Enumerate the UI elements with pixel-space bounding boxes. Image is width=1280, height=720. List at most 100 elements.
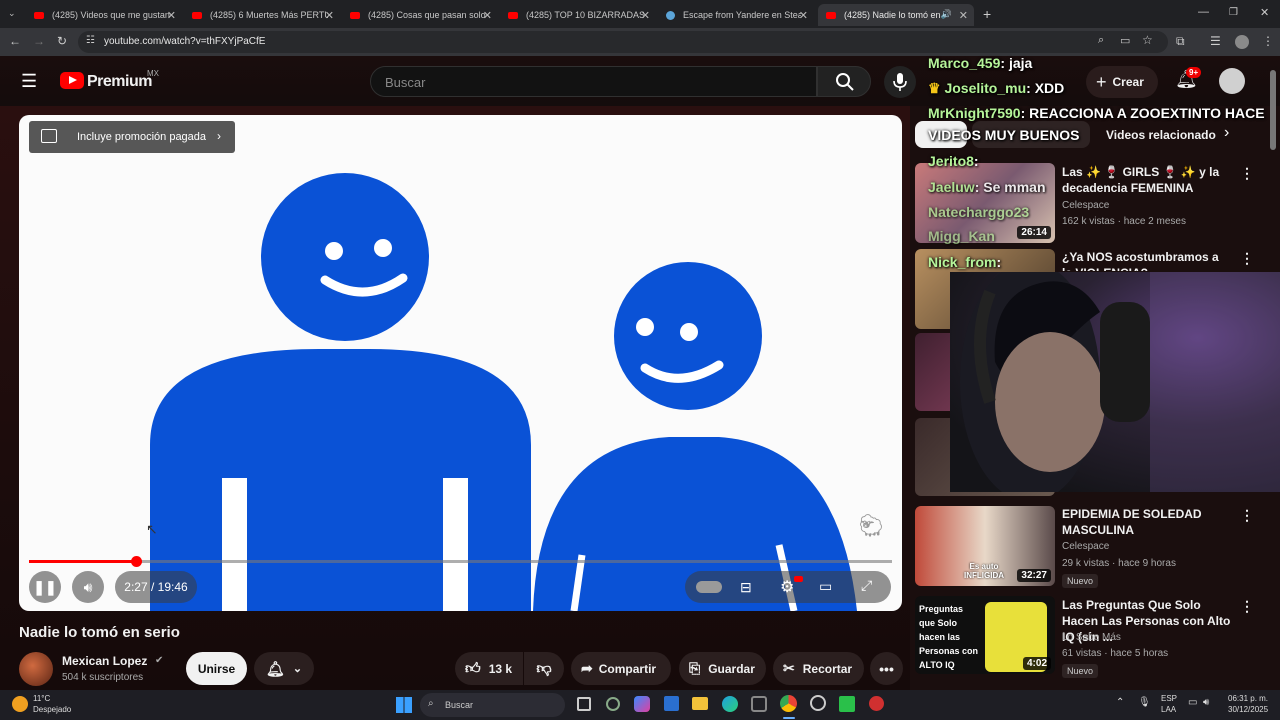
audio-icon[interactable]: 🔊 bbox=[941, 9, 952, 20]
minimize-icon[interactable]: — bbox=[1198, 6, 1209, 18]
close-tab-icon[interactable]: ✕ bbox=[483, 9, 492, 22]
weather-text[interactable]: Despejado bbox=[33, 705, 71, 714]
create-button[interactable]: + Crear bbox=[1086, 66, 1158, 98]
extensions-icon[interactable]: ⧉ bbox=[1176, 34, 1185, 49]
copilot-icon[interactable] bbox=[634, 696, 650, 712]
sidebar-thumbnail[interactable]: Preguntas que Solo hacen las Personas co… bbox=[915, 596, 1055, 674]
sidebar-thumbnail[interactable]: Es auto INFLIGIDA 32:27 bbox=[915, 506, 1055, 586]
browser-tab[interactable]: (4285) TOP 10 BIZARRADAS DE ✕ bbox=[500, 4, 656, 26]
save-button[interactable]: ⎘ Guardar bbox=[679, 652, 766, 685]
url-text[interactable]: youtube.com/watch?v=thFXYjPaCfE bbox=[104, 36, 265, 47]
sidebar-video-title[interactable]: Las ✨ 🍷 GIRLS 🍷 ✨ y la decadencia FEMENI… bbox=[1062, 164, 1232, 196]
new-tab-button[interactable]: + bbox=[983, 6, 991, 22]
share-button[interactable]: ➦ Compartir bbox=[571, 652, 671, 685]
channel-watermark-icon[interactable]: 🐑︎ bbox=[857, 513, 885, 539]
fullscreen-icon[interactable]: ⤢ bbox=[861, 577, 872, 594]
clip-button[interactable]: ✂ Recortar bbox=[773, 652, 864, 685]
profile-avatar[interactable] bbox=[1235, 35, 1249, 49]
weather-temp[interactable]: 11°C bbox=[33, 694, 50, 703]
search-input[interactable]: Buscar bbox=[370, 66, 817, 97]
browser-menu-icon[interactable]: ⋮ bbox=[1262, 34, 1274, 48]
language-code[interactable]: ESP bbox=[1161, 694, 1177, 703]
more-actions-button[interactable]: ••• bbox=[870, 652, 903, 685]
autoplay-toggle[interactable] bbox=[696, 581, 722, 593]
search-placeholder: Buscar bbox=[385, 75, 426, 90]
reading-list-icon[interactable]: ☰ bbox=[1210, 34, 1221, 48]
red-app-icon[interactable] bbox=[869, 696, 884, 711]
hamburger-menu-icon[interactable]: ☰ bbox=[21, 71, 37, 92]
bookmark-star-icon[interactable]: ☆ bbox=[1142, 33, 1153, 47]
sidebar-channel[interactable]: Lo Sabe Más bbox=[1062, 632, 1121, 643]
sidebar-channel[interactable]: Celespace bbox=[1062, 200, 1109, 211]
dislike-button[interactable]: 👎︎ bbox=[524, 652, 564, 685]
reload-icon[interactable]: ↻ bbox=[57, 34, 67, 48]
store-icon[interactable] bbox=[664, 696, 679, 711]
progress-bar[interactable] bbox=[29, 560, 892, 563]
task-view-icon[interactable] bbox=[577, 697, 591, 711]
taskbar-search-box[interactable]: ⌕ Buscar bbox=[420, 693, 565, 717]
account-avatar[interactable] bbox=[1219, 68, 1245, 94]
cast-icon[interactable]: ▭ bbox=[1120, 34, 1130, 47]
like-button[interactable]: 👍︎ 13 k bbox=[455, 652, 523, 685]
close-tab-icon[interactable]: ✕ bbox=[325, 9, 334, 22]
voice-search-button[interactable] bbox=[884, 66, 916, 98]
chip-related-label[interactable]: Videos relacionado bbox=[1106, 128, 1216, 142]
tray-chevron-icon[interactable]: ⌃ bbox=[1116, 697, 1124, 708]
tab-search-icon[interactable]: ⌄ bbox=[8, 8, 16, 19]
pause-button[interactable]: ❚❚ bbox=[29, 571, 61, 603]
forward-icon[interactable]: → bbox=[33, 34, 45, 48]
clock-time[interactable]: 06:31 p. m. bbox=[1228, 694, 1268, 703]
network-icon[interactable]: ▭ bbox=[1188, 697, 1197, 708]
more-vertical-icon[interactable]: ⋮ bbox=[1240, 598, 1254, 615]
file-explorer-icon[interactable] bbox=[692, 697, 708, 710]
chevron-right-icon[interactable]: › bbox=[1224, 124, 1229, 142]
sidebar-video-title[interactable]: ¿Ya NOS acostumbramos a la VIOLENCIA? bbox=[1062, 249, 1232, 271]
channel-name[interactable]: Mexican Lopez bbox=[62, 654, 147, 668]
browser-tab[interactable]: (4285) Videos que me gustan - ✕ bbox=[26, 4, 182, 26]
browser-tab[interactable]: (4285) Cosas que pasan solo e ✕ bbox=[342, 4, 498, 26]
back-icon[interactable]: ← bbox=[9, 34, 21, 48]
sidebar-channel[interactable]: Celespace bbox=[1062, 541, 1109, 552]
browser-tab-active[interactable]: (4285) Nadie lo tomó en se 🔊 ✕ bbox=[818, 4, 974, 26]
language-layout[interactable]: LAA bbox=[1161, 705, 1176, 714]
youtube-logo[interactable] bbox=[60, 72, 84, 89]
chrome-icon[interactable] bbox=[780, 695, 797, 712]
close-tab-icon[interactable]: ✕ bbox=[641, 9, 650, 22]
speaker-icon[interactable]: 🔊︎ bbox=[1203, 697, 1209, 708]
restore-icon[interactable]: ❐ bbox=[1229, 7, 1238, 18]
site-info-icon[interactable]: ☷ bbox=[86, 35, 95, 46]
channel-avatar[interactable] bbox=[19, 652, 53, 686]
theater-mode-icon[interactable]: ▭ bbox=[819, 578, 832, 595]
clock-date[interactable]: 30/12/2025 bbox=[1228, 705, 1268, 714]
address-bar[interactable]: ☷ youtube.com/watch?v=thFXYjPaCfE ⌕ ▭ ☆ bbox=[78, 31, 1168, 53]
windows-start-icon[interactable] bbox=[396, 697, 412, 713]
join-label: Unirse bbox=[197, 661, 236, 676]
more-vertical-icon[interactable]: ⋮ bbox=[1240, 250, 1254, 267]
edge-icon[interactable] bbox=[722, 696, 738, 712]
close-tab-icon[interactable]: ✕ bbox=[167, 9, 176, 22]
tray-mic-icon[interactable]: 🎙︎ bbox=[1138, 697, 1151, 708]
close-tab-icon[interactable]: ✕ bbox=[799, 9, 808, 22]
settings-gear-icon[interactable]: ⚙︎ bbox=[780, 577, 794, 597]
volume-button[interactable]: 🔊︎ bbox=[72, 571, 104, 603]
zoom-icon[interactable]: ⌕ bbox=[1098, 34, 1104, 47]
sidebar-video-title[interactable]: EPIDEMIA DE SOLEDAD MASCULINA bbox=[1062, 506, 1232, 538]
close-window-icon[interactable]: ✕ bbox=[1260, 6, 1269, 19]
subtitles-icon[interactable]: ⊟ bbox=[740, 579, 752, 596]
browser-tab[interactable]: (4285) 6 Muertes Más PERTURB ✕ bbox=[184, 4, 340, 26]
video-player[interactable]: Incluye promoción pagada › 🐑︎ ❚❚ 🔊︎ 2:27… bbox=[19, 115, 902, 611]
close-tab-icon[interactable]: ✕ bbox=[959, 9, 968, 22]
subscribe-bell-button[interactable]: 🔔︎ ⌄ bbox=[254, 652, 314, 685]
green-app-icon[interactable] bbox=[839, 696, 855, 712]
search-button[interactable] bbox=[817, 66, 871, 97]
paid-promotion-badge[interactable]: Incluye promoción pagada › bbox=[29, 121, 235, 153]
more-vertical-icon[interactable]: ⋮ bbox=[1240, 507, 1254, 524]
browser-tab[interactable]: Escape from Yandere en Steam ✕ bbox=[658, 4, 814, 26]
weather-icon[interactable] bbox=[12, 696, 28, 712]
more-vertical-icon[interactable]: ⋮ bbox=[1240, 165, 1254, 182]
join-button[interactable]: Unirse bbox=[186, 652, 247, 685]
page-scrollbar[interactable] bbox=[1270, 70, 1276, 150]
snipping-tool-icon[interactable] bbox=[751, 696, 767, 712]
widgets-icon[interactable] bbox=[606, 697, 620, 711]
obs-icon[interactable] bbox=[810, 695, 826, 711]
